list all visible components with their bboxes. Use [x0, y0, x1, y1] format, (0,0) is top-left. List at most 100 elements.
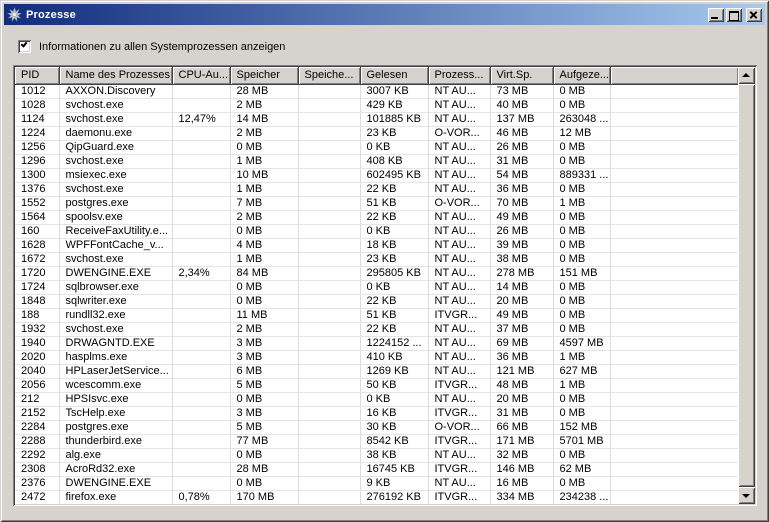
cell-name[interactable]: svchost.exe	[59, 112, 172, 126]
cell-aufgezeichnet[interactable]: 0 MB	[553, 252, 610, 266]
cell-cpu[interactable]	[172, 420, 230, 434]
cell-cpu[interactable]	[172, 294, 230, 308]
cell-name[interactable]: ReceiveFaxUtility.e...	[59, 224, 172, 238]
cell-speicher[interactable]: 84 MB	[230, 266, 298, 280]
cell-filler[interactable]	[610, 182, 738, 196]
column-header-gelesen[interactable]: Gelesen	[360, 67, 428, 84]
table-row[interactable]: 2288thunderbird.exe77 MB8542 KBITVGR...1…	[15, 434, 738, 448]
cell-filler[interactable]	[610, 266, 738, 280]
column-header-name[interactable]: Name des Prozesses	[59, 67, 172, 84]
cell-gelesen[interactable]: 408 KB	[360, 154, 428, 168]
cell-speicher2[interactable]	[298, 252, 360, 266]
cell-pid[interactable]: 1028	[15, 98, 59, 112]
cell-prozess[interactable]: ITVGR...	[428, 378, 490, 392]
cell-filler[interactable]	[610, 252, 738, 266]
cell-gelesen[interactable]: 51 KB	[360, 308, 428, 322]
cell-cpu[interactable]	[172, 392, 230, 406]
cell-aufgezeichnet[interactable]: 12 MB	[553, 126, 610, 140]
cell-cpu[interactable]	[172, 308, 230, 322]
cell-speicher2[interactable]	[298, 84, 360, 98]
cell-virt-sp[interactable]: 20 MB	[490, 294, 553, 308]
cell-speicher[interactable]: 10 MB	[230, 168, 298, 182]
cell-prozess[interactable]: NT AU...	[428, 84, 490, 98]
cell-gelesen[interactable]: 101885 KB	[360, 112, 428, 126]
cell-gelesen[interactable]: 23 KB	[360, 252, 428, 266]
cell-virt-sp[interactable]: 121 MB	[490, 364, 553, 378]
cell-speicher[interactable]: 2 MB	[230, 98, 298, 112]
cell-virt-sp[interactable]: 54 MB	[490, 168, 553, 182]
cell-name[interactable]: HPLaserJetService...	[59, 364, 172, 378]
cell-pid[interactable]: 1848	[15, 294, 59, 308]
cell-filler[interactable]	[610, 476, 738, 490]
cell-virt-sp[interactable]: 46 MB	[490, 126, 553, 140]
cell-prozess[interactable]: NT AU...	[428, 238, 490, 252]
cell-virt-sp[interactable]: 31 MB	[490, 406, 553, 420]
cell-filler[interactable]	[610, 336, 738, 350]
cell-gelesen[interactable]: 16745 KB	[360, 462, 428, 476]
cell-speicher2[interactable]	[298, 434, 360, 448]
cell-virt-sp[interactable]: 16 MB	[490, 476, 553, 490]
cell-speicher2[interactable]	[298, 308, 360, 322]
cell-speicher2[interactable]	[298, 154, 360, 168]
cell-name[interactable]: hasplms.exe	[59, 350, 172, 364]
cell-pid[interactable]: 2472	[15, 490, 59, 504]
cell-prozess[interactable]: O-VOR...	[428, 126, 490, 140]
cell-name[interactable]: QipGuard.exe	[59, 140, 172, 154]
cell-virt-sp[interactable]: 32 MB	[490, 448, 553, 462]
cell-gelesen[interactable]: 3007 KB	[360, 84, 428, 98]
cell-cpu[interactable]	[172, 406, 230, 420]
cell-speicher[interactable]: 2 MB	[230, 126, 298, 140]
table-row[interactable]: 1124svchost.exe12,47%14 MB101885 KBNT AU…	[15, 112, 738, 126]
cell-aufgezeichnet[interactable]: 151 MB	[553, 266, 610, 280]
cell-aufgezeichnet[interactable]: 263048 ...	[553, 112, 610, 126]
cell-aufgezeichnet[interactable]: 152 MB	[553, 420, 610, 434]
cell-name[interactable]: alg.exe	[59, 448, 172, 462]
cell-prozess[interactable]: NT AU...	[428, 336, 490, 350]
cell-speicher[interactable]: 5 MB	[230, 378, 298, 392]
cell-cpu[interactable]	[172, 210, 230, 224]
cell-cpu[interactable]	[172, 126, 230, 140]
cell-filler[interactable]	[610, 196, 738, 210]
cell-filler[interactable]	[610, 84, 738, 98]
cell-pid[interactable]: 2288	[15, 434, 59, 448]
cell-gelesen[interactable]: 295805 KB	[360, 266, 428, 280]
cell-speicher[interactable]: 170 MB	[230, 490, 298, 504]
cell-prozess[interactable]: NT AU...	[428, 476, 490, 490]
cell-filler[interactable]	[610, 224, 738, 238]
cell-speicher2[interactable]	[298, 112, 360, 126]
cell-speicher[interactable]: 1 MB	[230, 154, 298, 168]
cell-gelesen[interactable]: 22 KB	[360, 294, 428, 308]
cell-aufgezeichnet[interactable]: 62 MB	[553, 462, 610, 476]
cell-prozess[interactable]: NT AU...	[428, 448, 490, 462]
cell-pid[interactable]: 2056	[15, 378, 59, 392]
cell-filler[interactable]	[610, 322, 738, 336]
cell-prozess[interactable]: O-VOR...	[428, 196, 490, 210]
cell-speicher[interactable]: 28 MB	[230, 84, 298, 98]
cell-filler[interactable]	[610, 308, 738, 322]
cell-name[interactable]: daemonu.exe	[59, 126, 172, 140]
cell-pid[interactable]: 1564	[15, 210, 59, 224]
cell-filler[interactable]	[610, 126, 738, 140]
table-row[interactable]: 2056wcescomm.exe5 MB50 KBITVGR...48 MB1 …	[15, 378, 738, 392]
table-row[interactable]: 1720DWENGINE.EXE2,34%84 MB295805 KBNT AU…	[15, 266, 738, 280]
cell-cpu[interactable]	[172, 434, 230, 448]
table-row[interactable]: 1848sqlwriter.exe0 MB22 KBNT AU...20 MB0…	[15, 294, 738, 308]
cell-pid[interactable]: 1224	[15, 126, 59, 140]
cell-filler[interactable]	[610, 210, 738, 224]
cell-speicher[interactable]: 28 MB	[230, 462, 298, 476]
cell-cpu[interactable]	[172, 84, 230, 98]
cell-pid[interactable]: 2376	[15, 476, 59, 490]
table-row[interactable]: 2152TscHelp.exe3 MB16 KBITVGR...31 MB0 M…	[15, 406, 738, 420]
cell-name[interactable]: DWENGINE.EXE	[59, 476, 172, 490]
cell-speicher2[interactable]	[298, 336, 360, 350]
cell-name[interactable]: AcroRd32.exe	[59, 462, 172, 476]
cell-name[interactable]: AXXON.Discovery	[59, 84, 172, 98]
cell-filler[interactable]	[610, 294, 738, 308]
cell-filler[interactable]	[610, 168, 738, 182]
cell-prozess[interactable]: NT AU...	[428, 112, 490, 126]
show-system-processes-checkbox[interactable]	[18, 40, 31, 53]
column-header-pid[interactable]: PID	[15, 67, 59, 84]
cell-cpu[interactable]	[172, 252, 230, 266]
cell-gelesen[interactable]: 410 KB	[360, 350, 428, 364]
cell-prozess[interactable]: ITVGR...	[428, 434, 490, 448]
